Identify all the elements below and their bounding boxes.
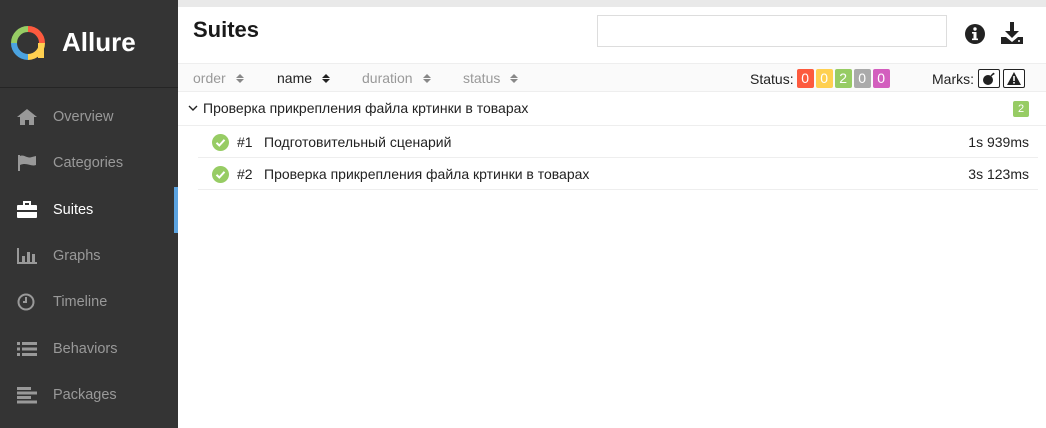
sort-arrows-icon: [235, 73, 244, 83]
bar-chart-icon: [17, 248, 37, 265]
allure-report: Allure Overview Categories Suites Graphs…: [0, 0, 1046, 428]
sidebar-nav: Overview Categories Suites Graphs Timeli…: [0, 94, 178, 418]
passed-check-icon: [212, 134, 229, 151]
sort-status-button[interactable]: status: [463, 70, 519, 86]
test-row[interactable]: #1 Подготовительный сценарий 1s 939ms: [198, 126, 1038, 158]
sidebar-item-label: Categories: [53, 155, 124, 172]
sidebar-item-suites[interactable]: Suites: [0, 186, 178, 234]
sort-duration-button[interactable]: duration: [362, 70, 431, 86]
status-label: Status:: [750, 70, 794, 87]
briefcase-icon: [17, 200, 37, 218]
test-name: Подготовительный сценарий: [264, 134, 452, 150]
sort-arrows-icon: [510, 73, 519, 83]
page-title: Suites: [193, 17, 260, 42]
sidebar-item-label: Packages: [53, 386, 117, 403]
sidebar-item-categories[interactable]: Categories: [0, 140, 178, 186]
marks-label: Marks:: [932, 70, 974, 87]
passed-check-icon: [212, 166, 229, 183]
list-icon: [17, 341, 37, 356]
test-number: #1: [237, 134, 253, 150]
test-duration: 1s 939ms: [968, 134, 1029, 150]
sidebar-item-label: Overview: [53, 109, 114, 126]
warning-icon: [1007, 72, 1021, 85]
sort-label: status: [463, 70, 501, 86]
sidebar-item-label: Graphs: [53, 248, 101, 265]
sidebar-item-packages[interactable]: Packages: [0, 372, 178, 418]
clock-icon: [17, 293, 35, 311]
status-filter: Status: 0 0 2 0 0: [750, 69, 892, 88]
sidebar-item-label: Behaviors: [53, 340, 118, 357]
known-issue-mark-toggle[interactable]: [1003, 69, 1025, 88]
test-number: #2: [237, 166, 253, 182]
align-left-icon: [17, 386, 37, 404]
chevron-down-icon: [188, 105, 198, 111]
download-icon[interactable]: [1000, 21, 1024, 45]
sort-order-button[interactable]: order: [193, 70, 244, 86]
sidebar-item-overview[interactable]: Overview: [0, 94, 178, 140]
main-panel: Suites order name duration status Status…: [178, 0, 1046, 428]
status-passed-toggle[interactable]: 2: [834, 69, 852, 88]
status-unknown-toggle[interactable]: 0: [872, 69, 890, 88]
status-broken-toggle[interactable]: 0: [815, 69, 833, 88]
sidebar-item-graphs[interactable]: Graphs: [0, 233, 178, 279]
flag-icon: [18, 155, 36, 172]
brand[interactable]: Allure: [0, 0, 178, 88]
sort-name-button[interactable]: name: [277, 70, 331, 86]
sort-label: order: [193, 70, 226, 86]
sort-label: name: [277, 70, 313, 86]
test-name: Проверка прикрепления файла кртинки в то…: [264, 166, 590, 182]
allure-logo-icon: [11, 26, 45, 60]
flaky-mark-toggle[interactable]: [978, 69, 1000, 88]
sort-toolbar: order name duration status Status: 0 0 2…: [178, 63, 1046, 92]
sort-label: duration: [362, 70, 413, 86]
bomb-icon: [983, 72, 995, 85]
status-failed-toggle[interactable]: 0: [796, 69, 814, 88]
test-row[interactable]: #2 Проверка прикрепления файла кртинки в…: [198, 158, 1038, 190]
marks-filter: Marks:: [932, 69, 1028, 88]
brand-name: Allure: [62, 27, 136, 57]
suite-count-badge: 2: [1013, 101, 1029, 117]
sort-arrows-icon: [422, 73, 431, 83]
home-icon: [17, 109, 37, 126]
status-skipped-toggle[interactable]: 0: [853, 69, 871, 88]
search-input[interactable]: [597, 15, 947, 47]
test-duration: 3s 123ms: [968, 166, 1029, 182]
info-icon[interactable]: [964, 23, 986, 45]
suite-group-row[interactable]: Проверка прикрепления файла кртинки в то…: [178, 93, 1046, 126]
sort-arrows-icon: [322, 73, 331, 83]
sidebar-item-label: Suites: [53, 201, 94, 218]
suite-title: Проверка прикрепления файла кртинки в то…: [203, 100, 529, 116]
sidebar-item-label: Timeline: [53, 294, 108, 311]
sidebar-item-behaviors[interactable]: Behaviors: [0, 325, 178, 371]
sidebar-item-timeline[interactable]: Timeline: [0, 279, 178, 325]
sidebar: Allure Overview Categories Suites Graphs…: [0, 0, 178, 428]
